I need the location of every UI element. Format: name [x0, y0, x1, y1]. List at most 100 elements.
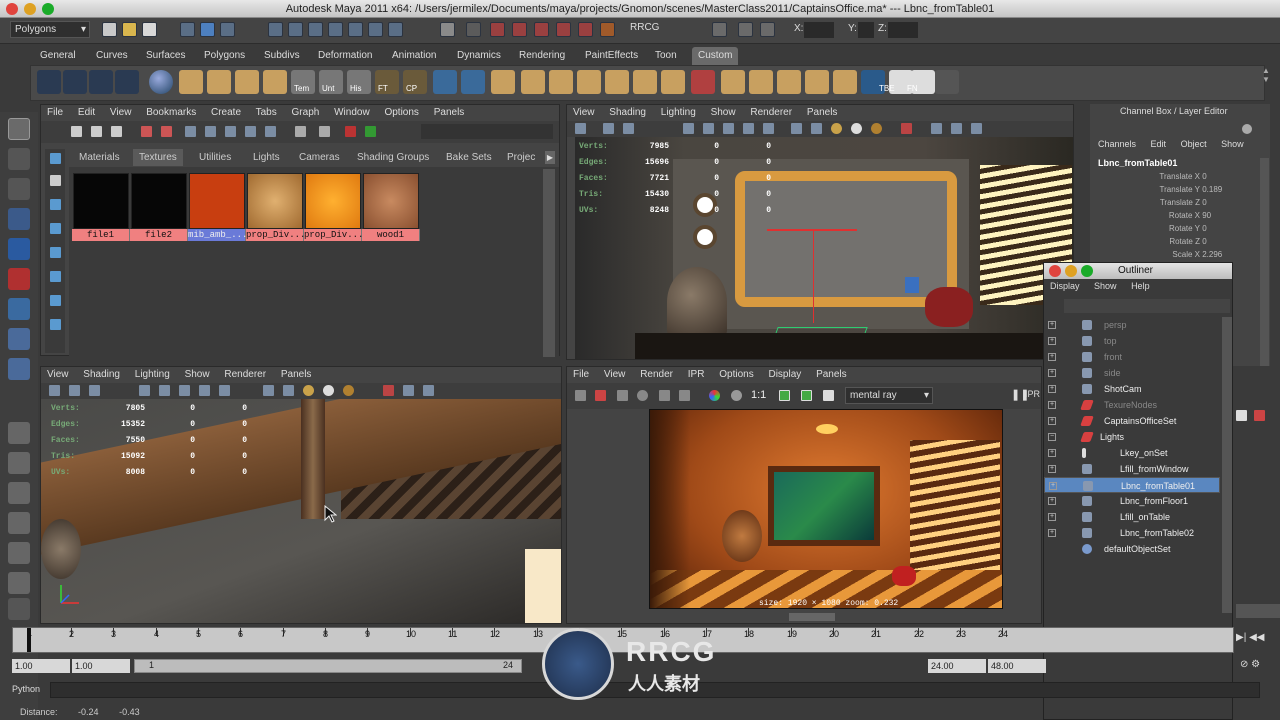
all-lights-icon[interactable] [851, 123, 862, 134]
outliner-menu-display[interactable]: Display [1050, 281, 1080, 291]
render-view-canvas[interactable]: size: 1920 × 1080 zoom: 0.232 [567, 409, 1041, 623]
poly-plane-icon[interactable] [263, 70, 287, 94]
close-window-icon[interactable] [6, 3, 18, 15]
vpb-menu-lighting[interactable]: Lighting [135, 369, 170, 380]
remove-image-icon[interactable] [679, 390, 690, 401]
shelf-tab-curves[interactable]: Curves [90, 47, 134, 65]
outliner-item-lkey-onset[interactable]: + Lkey_onSet [1044, 445, 1232, 461]
cb-row-rotate-x[interactable]: Rotate X 90 [1090, 209, 1262, 222]
vpb-safe-action-icon[interactable] [219, 385, 230, 396]
vp-menu-view[interactable]: View [573, 107, 595, 118]
material-type-icon[interactable] [50, 199, 61, 210]
select-object-icon[interactable] [200, 22, 215, 37]
input-ops-icon[interactable] [388, 22, 403, 37]
expand-icon[interactable]: + [1048, 385, 1056, 393]
separate-icon[interactable] [549, 70, 573, 94]
x-field[interactable] [804, 22, 834, 38]
layer-editor-scrollbar[interactable] [1236, 604, 1280, 618]
shelf-tab-rendering[interactable]: Rendering [513, 47, 571, 65]
vpb-isolate-icon[interactable] [403, 385, 414, 396]
poly-cube-icon[interactable] [179, 70, 203, 94]
new-scene-icon[interactable] [102, 22, 117, 37]
vpb-shadows-icon[interactable] [343, 385, 354, 396]
layout-four-icon[interactable] [8, 452, 30, 474]
snapshot-icon[interactable] [617, 390, 628, 401]
vpb-smooth-shade-icon[interactable] [283, 385, 294, 396]
swatch-file1[interactable] [73, 173, 129, 229]
frame-image-icon[interactable] [779, 390, 790, 401]
render-frame-icon[interactable] [490, 22, 505, 37]
outliner-item-defaultobjectset[interactable]: defaultObjectSet [1044, 541, 1232, 557]
rv-menu-file[interactable]: File [573, 369, 589, 380]
vp-menu-show[interactable]: Show [711, 107, 736, 118]
hypershade-search-field[interactable] [421, 124, 553, 139]
cb-row-rotate-y[interactable]: Rotate Y 0 [1090, 222, 1262, 235]
soft-mod-icon[interactable] [8, 328, 30, 350]
outliner-item-top[interactable]: + top [1044, 333, 1232, 349]
render-settings-icon[interactable] [534, 22, 549, 37]
hypershade-scrollbar[interactable] [543, 169, 555, 357]
swatch-prop-div-1[interactable] [247, 173, 303, 229]
shelf-tab-subdivs[interactable]: Subdivs [258, 47, 306, 65]
real-size-label[interactable]: 1:1 [751, 389, 766, 401]
shelf-tab-animation[interactable]: Animation [386, 47, 442, 65]
high-quality-icon[interactable] [951, 123, 962, 134]
outliner-item-shotcam[interactable]: + ShotCam [1044, 381, 1232, 397]
menu-options[interactable]: Options [384, 107, 418, 118]
outliner-minimize-icon[interactable] [1065, 265, 1077, 277]
node-filter-icon[interactable] [365, 126, 376, 137]
outliner-item-lfill-ontable[interactable]: + Lfill_onTable [1044, 509, 1232, 525]
alpha-channel-icon[interactable] [731, 390, 742, 401]
menu-create[interactable]: Create [211, 107, 241, 118]
shelf-tab-dynamics[interactable]: Dynamics [451, 47, 507, 65]
outliner-item-front[interactable]: + front [1044, 349, 1232, 365]
combine-icon[interactable] [521, 70, 545, 94]
menu-edit[interactable]: Edit [78, 107, 95, 118]
ipr-label[interactable]: IPR [1025, 389, 1040, 399]
expand-icon[interactable]: + [1049, 482, 1057, 490]
layout-hypershade-icon[interactable] [8, 572, 30, 594]
default-light-icon[interactable] [831, 123, 842, 134]
lasso-icon[interactable] [8, 148, 30, 170]
expand-icon[interactable]: + [1048, 353, 1056, 361]
vpb-menu-show[interactable]: Show [185, 369, 210, 380]
sort-icon[interactable] [319, 126, 330, 137]
merge-icon[interactable] [577, 70, 601, 94]
outliner-item-captainsofficeset[interactable]: + CaptainsOfficeSet [1044, 413, 1232, 429]
circle-curve-icon[interactable] [115, 70, 139, 94]
outliner-zoom-icon[interactable] [1081, 265, 1093, 277]
expand-icon[interactable]: + [1048, 321, 1056, 329]
poly-cylinder-icon[interactable] [207, 70, 231, 94]
z-field[interactable] [888, 22, 918, 38]
range-slider[interactable]: 1 24 [134, 659, 522, 673]
vpb-gate-mask-icon[interactable] [199, 385, 210, 396]
snap-point-icon[interactable] [308, 22, 323, 37]
swatch-mib-amb[interactable] [189, 173, 245, 229]
animation-start-field[interactable]: 1.00 [12, 659, 70, 673]
renderer-dropdown[interactable]: mental ray ▾ [845, 387, 933, 404]
menu-window[interactable]: Window [334, 107, 370, 118]
swatch-size-icon[interactable] [245, 126, 256, 137]
auto-map-icon[interactable] [833, 70, 857, 94]
outliner-item-lbnc-fromtable02[interactable]: + Lbnc_fromTable02 [1044, 525, 1232, 541]
cylindrical-map-icon[interactable] [777, 70, 801, 94]
outliner-item-persp[interactable]: + persp [1044, 317, 1232, 333]
wireframe-icon[interactable] [791, 123, 802, 134]
select-component-icon[interactable] [220, 22, 235, 37]
extrude-icon[interactable] [433, 70, 457, 94]
swatch-prop-div-2[interactable] [305, 173, 361, 229]
swatch-wood1[interactable] [363, 173, 419, 229]
rv-menu-display[interactable]: Display [768, 369, 801, 380]
cb-menu-object[interactable]: Object [1181, 139, 1207, 149]
show-bottom-tabs-icon[interactable] [111, 126, 122, 137]
vpb-xray-icon[interactable] [383, 385, 394, 396]
camera-attributes-icon[interactable] [603, 123, 614, 134]
snap-live-icon[interactable] [348, 22, 363, 37]
texture-type-icon[interactable] [50, 223, 61, 234]
expand-icon[interactable]: + [1048, 529, 1056, 537]
layout-graph-icon[interactable] [8, 542, 30, 564]
light-type-icon[interactable] [50, 247, 61, 258]
hypershade-render-icon[interactable] [345, 126, 356, 137]
vpb-all-lights-icon[interactable] [323, 385, 334, 396]
tab-shading-groups[interactable]: Shading Groups [351, 149, 435, 166]
